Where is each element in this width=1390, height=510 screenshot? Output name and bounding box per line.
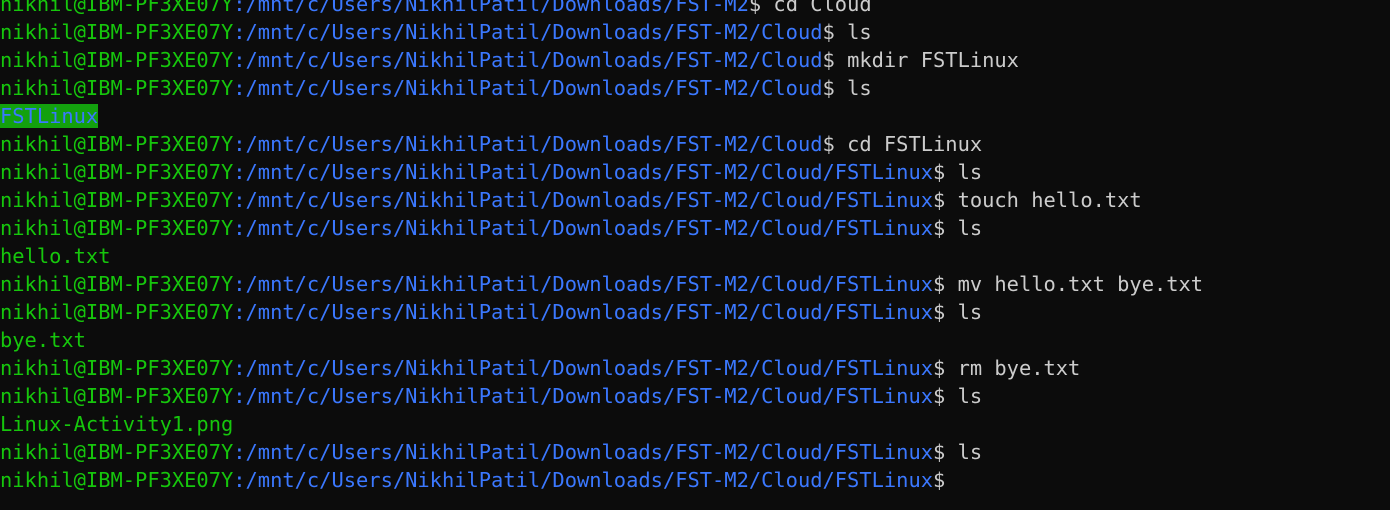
prompt-dollar: $ bbox=[822, 48, 835, 72]
file-entry: hello.txt bbox=[0, 244, 111, 268]
prompt-dollar: $ bbox=[933, 188, 946, 212]
terminal-window[interactable]: nikhil@IBM-PF3XE07Y:/mnt/c/Users/NikhilP… bbox=[0, 0, 1390, 494]
prompt-dollar: $ bbox=[933, 300, 946, 324]
prompt-dollar: $ bbox=[933, 440, 946, 464]
prompt-user-host: nikhil@IBM-PF3XE07Y bbox=[0, 468, 234, 492]
prompt-line: nikhil@IBM-PF3XE07Y:/mnt/c/Users/NikhilP… bbox=[0, 214, 1390, 242]
prompt-path: :/mnt/c/Users/NikhilPatil/Downloads/FST-… bbox=[233, 440, 933, 464]
prompt-dollar: $ bbox=[933, 160, 946, 184]
prompt-user-host: nikhil@IBM-PF3XE07Y bbox=[0, 20, 234, 44]
prompt-line: nikhil@IBM-PF3XE07Y:/mnt/c/Users/NikhilP… bbox=[0, 74, 1390, 102]
prompt-dollar: $ bbox=[933, 272, 946, 296]
command-text: ls bbox=[957, 160, 983, 184]
command-text: rm bye.txt bbox=[957, 356, 1081, 380]
command-text: cd Cloud bbox=[773, 0, 872, 16]
prompt-path: :/mnt/c/Users/NikhilPatil/Downloads/FST-… bbox=[233, 216, 933, 240]
prompt-dollar: $ bbox=[933, 468, 946, 492]
prompt-path: :/mnt/c/Users/NikhilPatil/Downloads/FST-… bbox=[233, 188, 933, 212]
file-entry: bye.txt bbox=[0, 328, 86, 352]
prompt-user-host: nikhil@IBM-PF3XE07Y bbox=[0, 48, 234, 72]
prompt-line: nikhil@IBM-PF3XE07Y:/mnt/c/Users/NikhilP… bbox=[0, 438, 1390, 466]
prompt-path: :/mnt/c/Users/NikhilPatil/Downloads/FST-… bbox=[233, 160, 933, 184]
prompt-line: nikhil@IBM-PF3XE07Y:/mnt/c/Users/NikhilP… bbox=[0, 270, 1390, 298]
ls-output-line: bye.txt bbox=[0, 326, 1390, 354]
prompt-user-host: nikhil@IBM-PF3XE07Y bbox=[0, 0, 234, 16]
prompt-path: :/mnt/c/Users/NikhilPatil/Downloads/FST-… bbox=[233, 468, 933, 492]
active-prompt-line[interactable]: nikhil@IBM-PF3XE07Y:/mnt/c/Users/NikhilP… bbox=[0, 466, 1390, 494]
prompt-line: nikhil@IBM-PF3XE07Y:/mnt/c/Users/NikhilP… bbox=[0, 354, 1390, 382]
prompt-path: :/mnt/c/Users/NikhilPatil/Downloads/FST-… bbox=[233, 132, 823, 156]
prompt-path: :/mnt/c/Users/NikhilPatil/Downloads/FST-… bbox=[233, 76, 823, 100]
prompt-user-host: nikhil@IBM-PF3XE07Y bbox=[0, 188, 234, 212]
ls-output-line: Linux-Activity1.png bbox=[0, 410, 1390, 438]
prompt-user-host: nikhil@IBM-PF3XE07Y bbox=[0, 384, 234, 408]
prompt-line: nikhil@IBM-PF3XE07Y:/mnt/c/Users/NikhilP… bbox=[0, 186, 1390, 214]
prompt-line: nikhil@IBM-PF3XE07Y:/mnt/c/Users/NikhilP… bbox=[0, 382, 1390, 410]
prompt-line: nikhil@IBM-PF3XE07Y:/mnt/c/Users/NikhilP… bbox=[0, 46, 1390, 74]
prompt-user-host: nikhil@IBM-PF3XE07Y bbox=[0, 76, 234, 100]
prompt-line: nikhil@IBM-PF3XE07Y:/mnt/c/Users/NikhilP… bbox=[0, 0, 1390, 18]
prompt-path: :/mnt/c/Users/NikhilPatil/Downloads/FST-… bbox=[233, 356, 933, 380]
prompt-dollar: $ bbox=[748, 0, 762, 16]
prompt-line: nikhil@IBM-PF3XE07Y:/mnt/c/Users/NikhilP… bbox=[0, 18, 1390, 46]
prompt-path: :/mnt/c/Users/NikhilPatil/Downloads/FST-… bbox=[233, 48, 823, 72]
file-entry: Linux-Activity1.png bbox=[0, 412, 234, 436]
prompt-path: :/mnt/c/Users/NikhilPatil/Downloads/FST-… bbox=[233, 20, 823, 44]
prompt-dollar: $ bbox=[822, 76, 835, 100]
command-text: ls bbox=[957, 440, 983, 464]
prompt-line: nikhil@IBM-PF3XE07Y:/mnt/c/Users/NikhilP… bbox=[0, 298, 1390, 326]
command-text: ls bbox=[957, 216, 983, 240]
command-text: ls bbox=[847, 20, 872, 44]
prompt-path: :/mnt/c/Users/NikhilPatil/Downloads/FST-… bbox=[233, 300, 933, 324]
command-text: mkdir FSTLinux bbox=[847, 48, 1019, 72]
prompt-dollar: $ bbox=[822, 132, 835, 156]
command-text: cd FSTLinux bbox=[847, 132, 983, 156]
prompt-user-host: nikhil@IBM-PF3XE07Y bbox=[0, 300, 234, 324]
prompt-line: nikhil@IBM-PF3XE07Y:/mnt/c/Users/NikhilP… bbox=[0, 158, 1390, 186]
prompt-dollar: $ bbox=[933, 356, 946, 380]
prompt-dollar: $ bbox=[933, 384, 946, 408]
command-text: ls bbox=[847, 76, 872, 100]
prompt-line: nikhil@IBM-PF3XE07Y:/mnt/c/Users/NikhilP… bbox=[0, 130, 1390, 158]
directory-entry: FSTLinux bbox=[0, 104, 99, 128]
prompt-path: :/mnt/c/Users/NikhilPatil/Downloads/FST-… bbox=[233, 0, 749, 16]
prompt-user-host: nikhil@IBM-PF3XE07Y bbox=[0, 272, 234, 296]
prompt-user-host: nikhil@IBM-PF3XE07Y bbox=[0, 132, 234, 156]
prompt-user-host: nikhil@IBM-PF3XE07Y bbox=[0, 160, 234, 184]
prompt-user-host: nikhil@IBM-PF3XE07Y bbox=[0, 216, 234, 240]
prompt-dollar: $ bbox=[933, 216, 946, 240]
command-text: ls bbox=[957, 384, 983, 408]
command-text: touch hello.txt bbox=[957, 188, 1142, 212]
ls-output-line: FSTLinux bbox=[0, 102, 1390, 130]
prompt-path: :/mnt/c/Users/NikhilPatil/Downloads/FST-… bbox=[233, 272, 933, 296]
prompt-path: :/mnt/c/Users/NikhilPatil/Downloads/FST-… bbox=[233, 384, 933, 408]
command-text: mv hello.txt bye.txt bbox=[957, 272, 1204, 296]
prompt-user-host: nikhil@IBM-PF3XE07Y bbox=[0, 356, 234, 380]
prompt-user-host: nikhil@IBM-PF3XE07Y bbox=[0, 440, 234, 464]
prompt-dollar: $ bbox=[822, 20, 835, 44]
ls-output-line: hello.txt bbox=[0, 242, 1390, 270]
command-text: ls bbox=[957, 300, 983, 324]
